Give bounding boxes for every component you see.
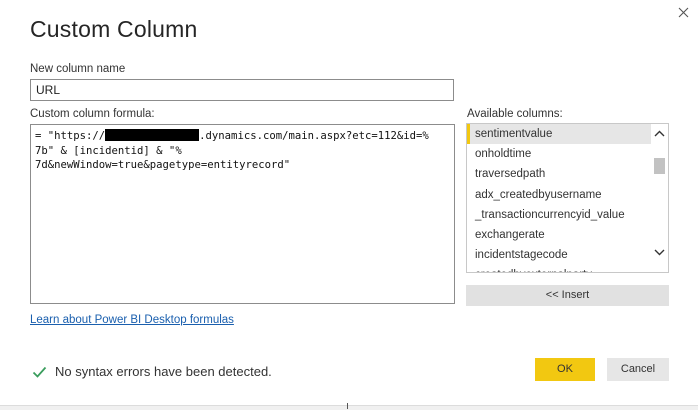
syntax-status: No syntax errors have been detected. xyxy=(32,364,272,379)
list-item[interactable]: sentimentvalue xyxy=(467,124,651,145)
formula-editor[interactable]: = "https:// .dynamics.com/main.aspx?etc=1… xyxy=(30,124,455,304)
insert-button[interactable]: << Insert xyxy=(466,285,669,306)
available-columns-label: Available columns: xyxy=(467,108,563,120)
columns-scrollbar[interactable] xyxy=(651,124,668,272)
columns-list: sentimentvalue onholdtime traversedpath … xyxy=(467,124,651,272)
scroll-down-button[interactable] xyxy=(653,245,666,259)
close-button[interactable] xyxy=(672,2,694,22)
status-text: No syntax errors have been detected. xyxy=(55,364,272,379)
custom-column-dialog: Custom Column New column name Custom col… xyxy=(0,0,698,410)
formula-line: 7d&newWindow=true&pagetype=entityrecord" xyxy=(35,158,450,173)
available-columns-list[interactable]: sentimentvalue onholdtime traversedpath … xyxy=(466,123,669,273)
learn-formulas-link[interactable]: Learn about Power BI Desktop formulas xyxy=(30,314,234,326)
list-item[interactable]: adx_createdbyusername xyxy=(467,185,651,205)
formula-line: 7b" & [incidentid] & "% xyxy=(35,144,450,159)
scroll-thumb[interactable] xyxy=(654,158,665,174)
list-item[interactable]: exchangerate xyxy=(467,225,651,245)
new-column-name-input[interactable] xyxy=(30,79,454,101)
list-item[interactable]: onholdtime xyxy=(467,144,651,164)
formula-text: 7d&newWindow=true&pagetype=entityrecord" xyxy=(35,159,291,171)
formula-text: 7b" & [incidentid] & "% xyxy=(35,144,182,157)
dialog-title: Custom Column xyxy=(30,16,198,42)
resize-tick xyxy=(347,403,348,409)
ok-button[interactable]: OK xyxy=(535,358,595,381)
formula-line: = "https:// .dynamics.com/main.aspx?etc=1… xyxy=(35,129,450,144)
check-icon xyxy=(32,366,47,378)
chevron-down-icon xyxy=(654,249,665,255)
list-item[interactable]: _transactioncurrencyid_value xyxy=(467,205,651,225)
cancel-button[interactable]: Cancel xyxy=(607,358,669,381)
new-column-name-label: New column name xyxy=(30,63,126,75)
scroll-up-button[interactable] xyxy=(653,126,666,140)
list-item[interactable]: incidentstagecode xyxy=(467,245,651,265)
formula-label: Custom column formula: xyxy=(30,108,155,120)
formula-text: .dynamics.com/main.aspx?etc=112&id=% xyxy=(199,130,429,142)
list-item[interactable]: traversedpath xyxy=(467,164,651,184)
chevron-up-icon xyxy=(654,130,665,136)
formula-text: = "https:// xyxy=(35,130,106,142)
close-icon xyxy=(678,7,688,17)
redacted-block xyxy=(105,129,200,141)
list-item[interactable]: createdbyexternalparty xyxy=(467,265,651,272)
window-bottom-edge xyxy=(0,405,698,410)
